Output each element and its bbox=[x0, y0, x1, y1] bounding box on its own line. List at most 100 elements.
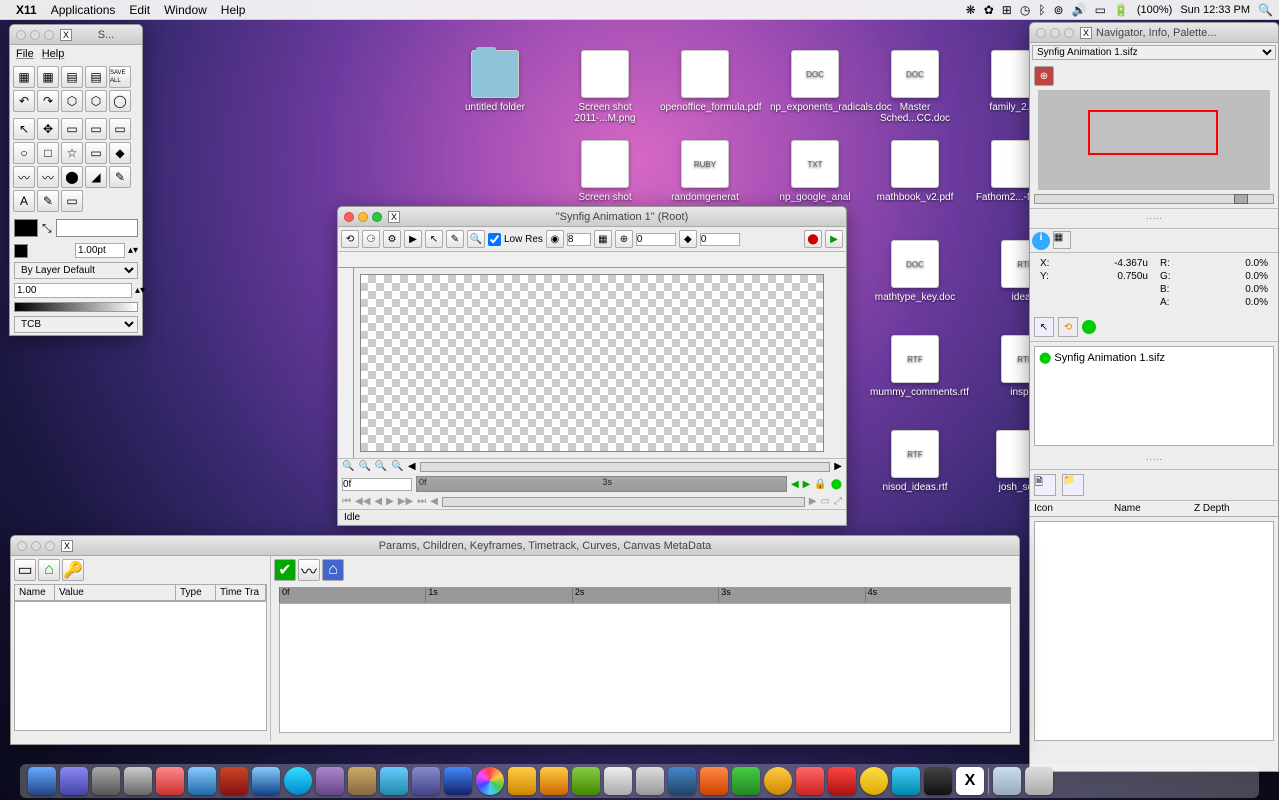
stepper-icon[interactable]: ▴▾ bbox=[128, 245, 138, 256]
outline-swatch[interactable] bbox=[14, 244, 28, 258]
app-icon[interactable] bbox=[380, 767, 408, 795]
desktop-icon[interactable]: RTFnisod_ideas.rtf bbox=[870, 430, 960, 493]
file-button[interactable]: ⬡ bbox=[61, 90, 83, 112]
file-button[interactable]: ▤ bbox=[61, 66, 83, 88]
record-icon[interactable]: ⬤ bbox=[804, 230, 822, 248]
excel-icon[interactable] bbox=[732, 767, 760, 795]
dashboard-icon[interactable] bbox=[92, 767, 120, 795]
zoom-icon[interactable] bbox=[44, 30, 54, 40]
close-icon[interactable] bbox=[1036, 28, 1046, 38]
layer-icon[interactable]: 🗎 bbox=[1034, 474, 1056, 496]
preview-icon[interactable]: ⚆ bbox=[362, 230, 380, 248]
sync-icon[interactable]: ✿ bbox=[984, 3, 994, 17]
compass-icon[interactable]: ⊕ bbox=[1034, 66, 1054, 86]
fg-color-swatch[interactable] bbox=[14, 219, 38, 237]
grid-icon[interactable]: ▦ bbox=[594, 230, 612, 248]
navigator-preview[interactable] bbox=[1038, 90, 1270, 190]
tool-button[interactable]: A bbox=[13, 190, 35, 212]
curves-icon[interactable]: 〰 bbox=[298, 559, 320, 581]
tool-button[interactable]: ◆ bbox=[109, 142, 131, 164]
stroke-width-input[interactable] bbox=[75, 243, 125, 258]
tool-button[interactable]: ⬤ bbox=[61, 166, 83, 188]
file-button[interactable]: SAVE ALL bbox=[109, 66, 131, 88]
current-frame-input[interactable] bbox=[342, 478, 412, 491]
close-icon[interactable] bbox=[344, 212, 354, 222]
timetrack-ruler[interactable]: 0f 1s 2s 3s 4s bbox=[279, 587, 1011, 603]
tool-button[interactable]: ▭ bbox=[85, 118, 107, 140]
desktop-icon[interactable]: DOCnp_exponents_radicals.doc bbox=[770, 50, 860, 113]
menu-edit[interactable]: Edit bbox=[129, 3, 150, 17]
zoom-icon[interactable] bbox=[1064, 28, 1074, 38]
tool-button[interactable]: ↖ bbox=[13, 118, 35, 140]
desktop-icon[interactable]: TXTnp_google_anal bbox=[770, 140, 860, 203]
display-icon[interactable]: ▭ bbox=[1095, 3, 1106, 17]
spotlight-icon[interactable]: 🔍 bbox=[1258, 3, 1273, 17]
close-icon[interactable] bbox=[17, 541, 27, 551]
next-key-icon[interactable]: ▶ bbox=[803, 479, 811, 490]
bg-color-swatch[interactable] bbox=[56, 219, 138, 237]
tool-button[interactable]: ○ bbox=[13, 142, 35, 164]
desktop-icon[interactable]: untitled folder bbox=[450, 50, 540, 113]
frame-start-input[interactable] bbox=[636, 233, 676, 246]
tool-button[interactable]: ▭ bbox=[61, 118, 83, 140]
layer-item[interactable]: ⬤ Synfig Animation 1.sifz bbox=[1039, 351, 1269, 364]
play-icon[interactable]: ▶ bbox=[404, 230, 422, 248]
select-icon[interactable]: ↖ bbox=[1034, 317, 1054, 337]
tool-button[interactable]: ✥ bbox=[37, 118, 59, 140]
tool-button[interactable]: ▭ bbox=[109, 118, 131, 140]
app-icon[interactable] bbox=[348, 767, 376, 795]
zoom-reset-icon[interactable]: 🔍 bbox=[391, 461, 403, 472]
tool-button[interactable]: 〰 bbox=[37, 166, 59, 188]
gradient-preview[interactable] bbox=[14, 302, 138, 312]
col-type[interactable]: Type bbox=[176, 585, 216, 600]
file-button[interactable]: ⬡ bbox=[85, 90, 107, 112]
file-button[interactable]: ◯ bbox=[109, 90, 131, 112]
desktop-icon[interactable]: RTFmummy_comments.rtf bbox=[870, 335, 960, 398]
props-icon[interactable]: ▭ bbox=[821, 496, 830, 507]
toolbox-titlebar[interactable]: X S... bbox=[10, 25, 142, 45]
snap-icon[interactable]: ⊕ bbox=[615, 230, 633, 248]
skype-icon[interactable] bbox=[284, 767, 312, 795]
clock-icon[interactable]: ◷ bbox=[1020, 3, 1030, 17]
safari-icon[interactable] bbox=[124, 767, 152, 795]
tool-button[interactable]: ✎ bbox=[37, 190, 59, 212]
play-back-icon[interactable]: ◀ bbox=[374, 496, 382, 507]
opacity-input[interactable] bbox=[14, 283, 132, 298]
timeline[interactable]: 0f3s bbox=[416, 476, 787, 492]
canvas-titlebar[interactable]: X "Synfig Animation 1" (Root) bbox=[338, 207, 846, 227]
battery-icon[interactable]: 🔋 bbox=[1114, 3, 1129, 17]
powerpoint-icon[interactable] bbox=[700, 767, 728, 795]
info-icon[interactable]: i bbox=[1032, 232, 1050, 250]
tool-button[interactable]: ☆ bbox=[61, 142, 83, 164]
app-icon[interactable] bbox=[316, 767, 344, 795]
wifi-icon[interactable]: ⊚ bbox=[1054, 3, 1064, 17]
lowres-checkbox[interactable] bbox=[488, 233, 501, 246]
app-icon[interactable] bbox=[604, 767, 632, 795]
menu-help[interactable]: Help bbox=[221, 3, 246, 17]
chevron-left-icon[interactable]: ◀ bbox=[430, 496, 438, 507]
col-name[interactable]: Name bbox=[15, 585, 55, 600]
itunes-icon[interactable] bbox=[252, 767, 280, 795]
toolbox-file-menu[interactable]: File bbox=[16, 48, 34, 60]
layers-list[interactable]: ⬤ Synfig Animation 1.sifz bbox=[1034, 346, 1274, 446]
chrome-icon[interactable] bbox=[476, 767, 504, 795]
eyedropper-icon[interactable]: ✎ bbox=[446, 230, 464, 248]
desktop-icon[interactable]: Screen shot bbox=[560, 140, 650, 203]
history-icon[interactable]: ⟲ bbox=[1058, 317, 1078, 337]
lock-icon[interactable]: 🔒 bbox=[814, 479, 826, 490]
last-frame-icon[interactable]: ⏭ bbox=[417, 496, 426, 507]
prev-frame-icon[interactable]: ◀◀ bbox=[355, 496, 370, 507]
params-titlebar[interactable]: X Params, Children, Keyframes, Timetrack… bbox=[11, 536, 1019, 556]
hash-icon[interactable]: ⊞ bbox=[1002, 3, 1012, 17]
col-timetrack[interactable]: Time Tra bbox=[216, 585, 266, 600]
palette-icon[interactable]: ▦ bbox=[1053, 231, 1071, 249]
params-list[interactable] bbox=[14, 601, 267, 731]
zoom-icon[interactable]: 🔍 bbox=[467, 230, 485, 248]
tool-button[interactable]: □ bbox=[37, 142, 59, 164]
navigator-titlebar[interactable]: X Navigator, Info, Palette... bbox=[1030, 23, 1278, 43]
desktop-icon[interactable]: DOCmathtype_key.doc bbox=[870, 240, 960, 303]
toolbox-help-menu[interactable]: Help bbox=[42, 48, 65, 60]
expand-icon[interactable]: ⤢ bbox=[834, 496, 842, 507]
next-frame-icon[interactable]: ▶▶ bbox=[398, 496, 413, 507]
chevron-right-icon[interactable]: ▶ bbox=[809, 496, 817, 507]
